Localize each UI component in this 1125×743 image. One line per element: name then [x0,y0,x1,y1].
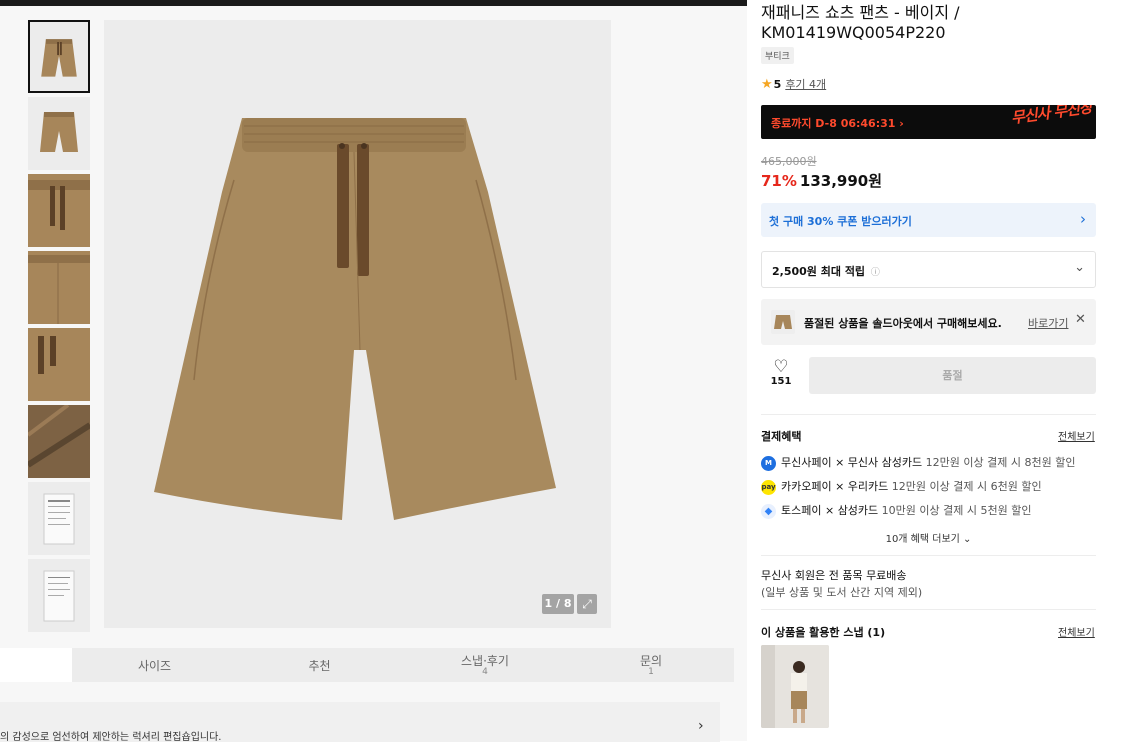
product-tabs: 사이즈 추천 스냅·후기 4 문의 1 [0,648,734,682]
review-link[interactable]: 후기 4개 [785,78,826,91]
shorts-image [154,118,556,520]
rating-score: 5 [773,78,782,91]
snap-see-all-link[interactable]: 전체보기 [1058,624,1095,639]
brand-intro-box[interactable]: 의 감성으로 엄선하여 제안하는 럭셔리 편집숍입니다. › [0,702,720,743]
like-button[interactable]: ♡ 151 [761,358,801,396]
shipping-info: 무신사 회원은 전 품목 무료배송 [761,569,907,582]
coupon-label: 첫 구매 30% 쿠폰 받으러가기 [769,215,912,228]
benefit-item[interactable]: M 무신사페이 × 무신사 삼성카드 12만원 이상 결제 시 8천원 할인 [761,454,1075,471]
main-product-image[interactable]: 1 / 8 ⤢ [104,20,611,628]
thumbnail-2[interactable] [28,97,90,170]
like-count: 151 [770,376,792,387]
benefit-item[interactable]: ◆ 토스페이 × 삼성카드 10만원 이상 결제 시 5천원 할인 [761,502,1031,519]
soldout-notice-text: 품절된 상품을 솔드아웃에서 구매해보세요. [804,317,1002,330]
divider [761,555,1096,556]
discount-rate: 71% [761,172,797,190]
tab-label: 스냅·후기 [461,654,509,668]
thumbnail-3[interactable] [28,174,90,247]
toss-pay-icon: ◆ [761,503,776,519]
divider [761,609,1096,610]
benefit-name: 무신사페이 × 무신사 삼성카드 [781,456,923,469]
more-benefits-button[interactable]: 10개 혜택 더보기 ⌄ [747,530,1110,545]
heart-icon: ♡ [773,357,789,377]
original-price: 465,000원 [761,155,817,168]
rating: ★5 후기 4개 [761,76,826,92]
chevron-down-icon: ⌄ [1074,260,1085,275]
price-row: 71% 133,990원 [761,170,882,191]
benefit-desc: 10만원 이상 결제 시 5천원 할인 [878,504,1032,517]
snap-thumbnail[interactable] [761,645,829,728]
tab-inquiry[interactable]: 문의 1 [568,648,734,682]
countdown-timer: 종료까지 D-8 06:46:31 › [771,117,904,130]
tab-label: 추천 [308,659,331,673]
points-label: 2,500원 최대 적립 ⓘ [772,263,880,279]
thumbnail-7[interactable] [28,482,90,555]
benefit-desc: 12만원 이상 결제 시 6천원 할인 [888,480,1042,493]
benefit-desc: 12만원 이상 결제 시 8천원 할인 [922,456,1076,469]
benefit-name: 카카오페이 × 우리카드 [781,480,889,493]
brand-tag[interactable]: 부티크 [761,47,794,64]
thumbnail-6[interactable] [28,405,90,478]
soldout-notice: 품절된 상품을 솔드아웃에서 구매해보세요. 바로가기 ✕ [761,299,1096,345]
chevron-right-icon: › [698,718,704,734]
tab-label: 사이즈 [137,659,172,673]
tab-recommend[interactable]: 추천 [237,648,402,682]
tab-snap-review[interactable]: 스냅·후기 4 [402,648,568,682]
product-info-panel: 재패니즈 쇼츠 팬츠 - 베이지 / KM01419WQ0054P220 부티크… [747,0,1125,741]
go-soldout-link[interactable]: 바로가기 [1028,315,1068,331]
thumbnail-4[interactable] [28,251,90,324]
thumbnail-1[interactable] [28,20,90,93]
expand-icon[interactable]: ⤢ [577,594,597,614]
points-dropdown[interactable]: 2,500원 최대 적립 ⓘ ⌄ [761,251,1096,288]
thumbnail-8[interactable] [28,559,90,632]
product-mini-thumbnail [771,310,795,334]
tab-size[interactable]: 사이즈 [72,648,237,682]
tab-count: 4 [482,667,488,677]
product-title: 재패니즈 쇼츠 팬츠 - 베이지 / KM01419WQ0054P220 [761,3,960,42]
payment-benefits-title: 결제혜택 [761,430,802,443]
info-icon[interactable]: ⓘ [871,268,880,278]
thumbnail-5[interactable] [28,328,90,401]
image-counter: 1 / 8 [542,594,574,614]
snap-title: 이 상품을 활용한 스냅 (1) [761,626,886,639]
musinsa-pay-icon: M [761,455,776,471]
event-logo: 무신사 무진장 [1009,105,1093,128]
points-text: 2,500원 최대 적립 [772,265,866,278]
coupon-banner[interactable]: 첫 구매 30% 쿠폰 받으러가기 › [761,203,1096,237]
chevron-right-icon: › [1080,210,1086,228]
kakao-pay-icon: pay [761,479,776,495]
soldout-button[interactable]: 품절 [809,357,1096,394]
star-icon: ★ [761,77,773,92]
payment-see-all-link[interactable]: 전체보기 [1058,428,1095,443]
current-price: 133,990원 [799,172,883,190]
close-icon[interactable]: ✕ [1075,312,1086,327]
tab-count: 1 [648,667,654,677]
benefit-name: 토스페이 × 삼성카드 [781,504,879,517]
divider [761,414,1096,415]
benefit-item[interactable]: pay 카카오페이 × 우리카드 12만원 이상 결제 시 6천원 할인 [761,478,1042,495]
tab-label: 문의 [639,654,663,668]
sale-banner[interactable]: 종료까지 D-8 06:46:31 › 무신사 무진장 [761,105,1096,139]
tab-strip: 사이즈 추천 스냅·후기 4 문의 1 [72,648,734,682]
shipping-note: (일부 상품 및 도서 산간 지역 제외) [761,586,923,599]
